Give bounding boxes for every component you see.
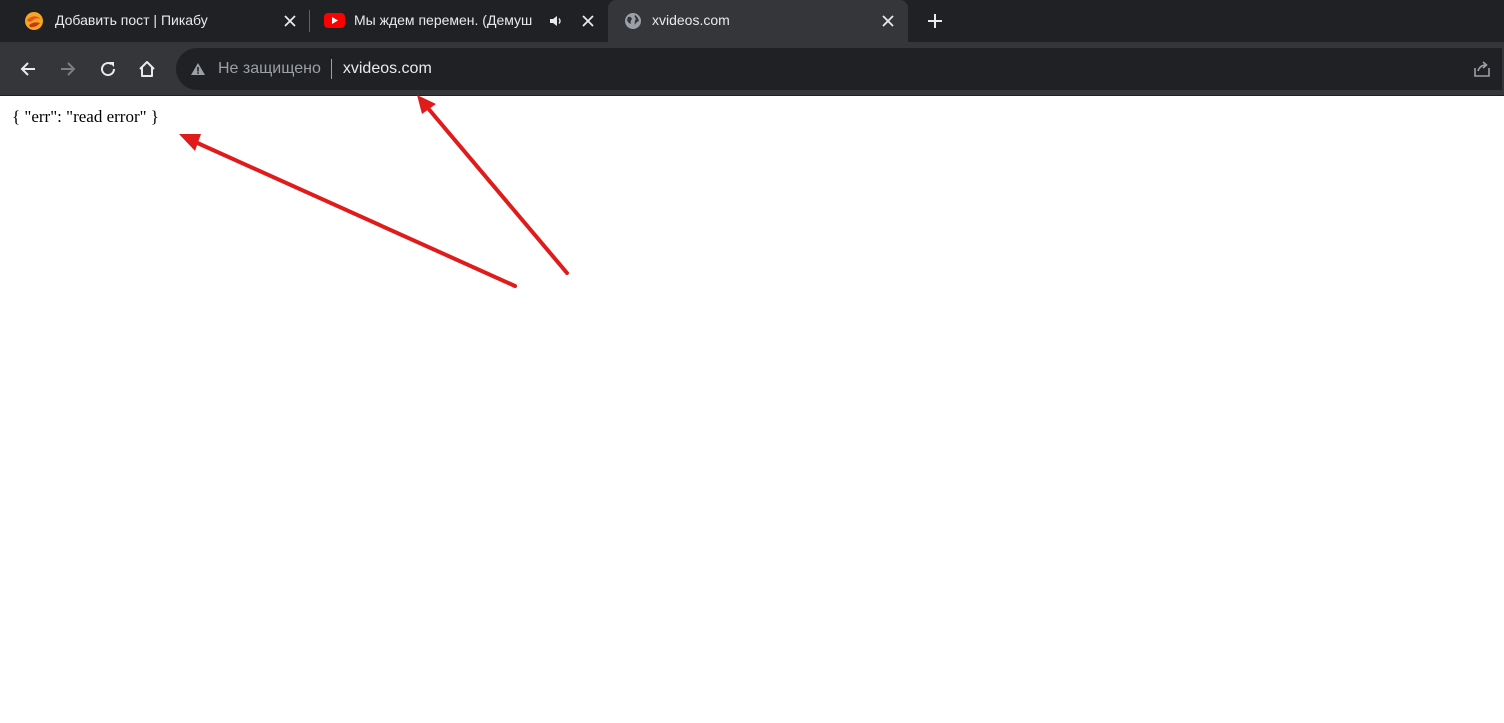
security-status-label[interactable]: Не защищено [218,60,321,78]
close-tab-icon[interactable] [282,13,298,29]
speaker-icon[interactable] [548,13,564,29]
close-tab-icon[interactable] [580,13,596,29]
back-button[interactable] [14,55,42,83]
reload-icon [101,62,116,77]
globe-icon [624,12,642,30]
home-icon [139,61,155,77]
address-bar[interactable]: Не защищено xvideos.com [176,48,1502,90]
tab-title: Мы ждем перемен. (Демуш [354,12,533,28]
tab-title: Добавить пост | Пикабу [55,12,208,28]
pikabu-favicon-icon [24,11,44,31]
arrow-left-icon [20,62,35,76]
new-tab-button[interactable] [922,8,948,34]
warning-triangle-icon[interactable] [190,61,206,77]
page-content: { "err": "read error" } [0,96,1504,723]
home-button[interactable] [133,55,161,83]
share-icon[interactable] [1472,59,1492,79]
browser-toolbar: Не защищено xvideos.com [0,42,1504,96]
plus-icon [928,14,942,28]
close-tab-icon[interactable] [880,13,896,29]
tab-xvideos[interactable]: xvideos.com [608,0,908,42]
reload-button[interactable] [94,55,122,83]
tab-strip: Добавить пост | Пикабу Мы ждем перемен. … [0,0,1504,42]
json-error-text: { "err": "read error" } [12,107,159,126]
omnibox-divider [330,59,332,79]
arrow-right-icon [61,62,76,76]
tab-pikabu[interactable]: Добавить пост | Пикабу [8,0,308,42]
tab-title: xvideos.com [652,12,730,28]
tab-youtube[interactable]: Мы ждем перемен. (Демуш [310,0,606,42]
forward-button[interactable] [54,55,82,83]
url-text[interactable]: xvideos.com [343,60,432,78]
youtube-favicon-icon [324,13,345,28]
